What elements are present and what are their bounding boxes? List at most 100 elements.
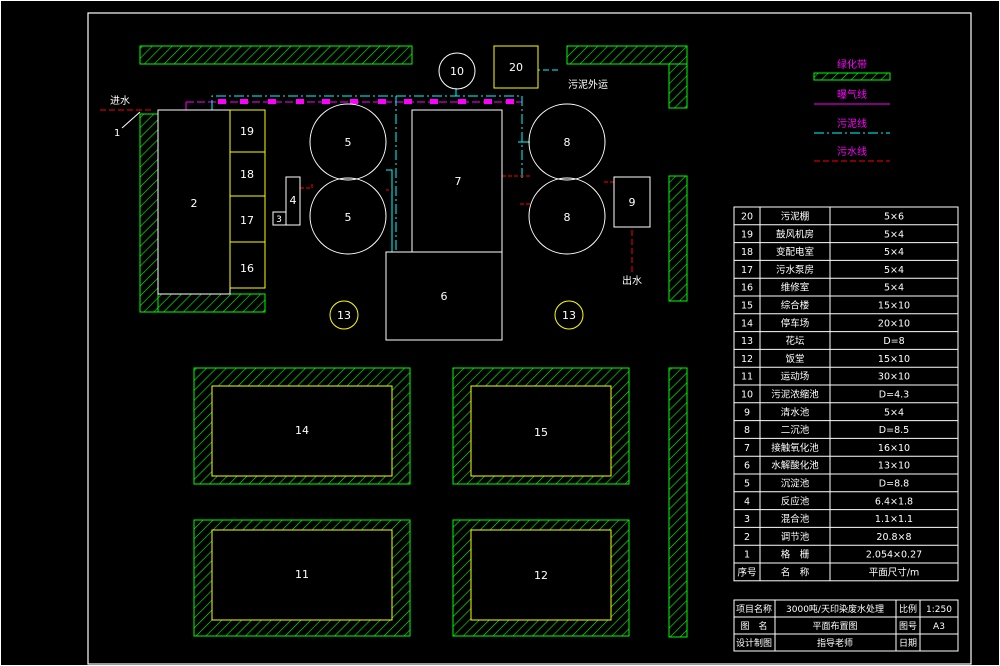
table-cell-no: 12 <box>741 354 753 365</box>
project-label: 项目名称 <box>736 603 772 615</box>
table-cell-size: 20.8×8 <box>876 532 911 543</box>
table-cell-size: 30×10 <box>878 372 910 383</box>
table-cell-size: 5×6 <box>884 211 904 222</box>
label-5b: 5 <box>345 211 352 224</box>
table-cell-size: D=8 <box>883 336 904 347</box>
table-cell-size: 5×4 <box>884 265 904 276</box>
label-17: 17 <box>240 214 254 227</box>
inlet-label: 进水 <box>110 95 130 107</box>
table-cell-name: 饭堂 <box>785 353 804 365</box>
drawing-label: 图 名 <box>740 620 767 632</box>
legend-green-label: 绿化带 <box>837 58 867 71</box>
table-cell-name: 二沉池 <box>781 424 810 436</box>
table-cell-name: 运动场 <box>781 372 810 383</box>
label-8a: 8 <box>564 136 571 149</box>
label-10: 10 <box>450 65 464 78</box>
table-cell-size: 15×10 <box>878 354 910 365</box>
table-cell-size: D=4.3 <box>879 389 909 400</box>
table-cell-no: 11 <box>741 372 753 383</box>
table-cell-no: 2 <box>744 532 750 543</box>
label-16: 16 <box>240 262 254 275</box>
table-cell-name: 污水泵房 <box>776 264 814 276</box>
label-14: 14 <box>295 424 309 437</box>
label-6: 6 <box>441 290 448 303</box>
table-cell-no: 15 <box>741 300 753 311</box>
table-cell-no: 9 <box>744 407 750 418</box>
table-cell-no: 6 <box>744 461 750 472</box>
table-cell-name: 清水池 <box>781 406 810 418</box>
label-8b: 8 <box>564 211 571 224</box>
table-cell-size: 16×10 <box>878 443 910 454</box>
table-cell-size: 5×4 <box>884 283 904 294</box>
table-cell-name: 接触氧化池 <box>771 442 819 454</box>
table-cell-no: 18 <box>741 247 753 258</box>
label-18: 18 <box>240 168 254 181</box>
table-cell-size: 20×10 <box>878 318 910 329</box>
sludge-line-out <box>537 66 560 71</box>
green-belt-top-right <box>566 45 688 65</box>
table-cell-no: 7 <box>744 443 750 454</box>
table-cell-name: 综合楼 <box>781 299 810 311</box>
pipelines <box>100 66 633 272</box>
scale-label: 比例 <box>899 603 917 615</box>
table-cell-no: 16 <box>741 283 753 294</box>
table-cell-size: 13×10 <box>878 461 910 472</box>
table-cell-name: 污泥浓缩池 <box>771 388 819 400</box>
legend-sludge-label: 污泥线 <box>837 117 867 130</box>
table-cell-no: 1 <box>744 550 750 561</box>
label-7: 7 <box>455 175 462 188</box>
label-2: 2 <box>191 197 198 210</box>
outlet-label: 出水 <box>622 274 642 287</box>
table-cell-name: 污泥棚 <box>781 210 810 222</box>
sheet-value: A3 <box>933 622 945 632</box>
green-belt-right-lower <box>668 367 688 638</box>
table-header-no: 序号 <box>737 566 756 578</box>
table-cell-name: 鼓风机房 <box>776 228 814 240</box>
sludge-line-main <box>211 95 523 178</box>
table-cell-no: 13 <box>741 336 753 347</box>
legend-sewage-label: 污水线 <box>837 145 867 158</box>
sludge-line-5 <box>386 169 393 252</box>
table-cell-name: 花坛 <box>785 335 805 347</box>
table-cell-size: D=8.5 <box>879 425 909 436</box>
legend: 绿化带 曝气线 污泥线 污水线 <box>813 58 891 162</box>
advisor-label: 指导老师 <box>817 637 853 649</box>
table-cell-name: 调节池 <box>781 531 810 543</box>
title-block: 项目名称 3000吨/天印染废水处理 比例 1:250 图 名 平面布置图 图号… <box>733 599 959 652</box>
table-cell-name: 水解酸化池 <box>771 460 819 472</box>
label-4: 4 <box>290 194 297 207</box>
designer-label: 设计制图 <box>736 637 772 649</box>
date-label: 日期 <box>899 638 917 649</box>
green-belt-left <box>139 113 159 313</box>
green-belt-top-right-drop <box>668 63 688 109</box>
green-belt-left-bottom <box>157 293 266 313</box>
table-cell-no: 3 <box>744 514 750 525</box>
table-cell-no: 17 <box>741 265 753 276</box>
green-belt-top <box>139 45 413 65</box>
table-cell-name: 混合池 <box>781 513 810 525</box>
table-header-size: 平面尺寸/m <box>869 566 919 578</box>
table-cell-size: 15×10 <box>878 300 910 311</box>
buildings <box>211 385 612 621</box>
table-cell-size: 5×4 <box>884 229 904 240</box>
scale-value: 1:250 <box>926 605 952 615</box>
table-cell-no: 10 <box>741 389 753 400</box>
label-5a: 5 <box>345 136 352 149</box>
table-cell-name: 变配电室 <box>776 246 814 258</box>
inlet-leader <box>121 111 141 129</box>
legend-gas-label: 曝气线 <box>837 88 867 101</box>
label-12: 12 <box>534 569 548 582</box>
label-15: 15 <box>534 426 548 439</box>
green-belt-right <box>668 175 688 302</box>
site-plan-drawing: 2 3 4 5 5 6 7 8 8 9 10 11 12 13 13 14 15… <box>0 0 1000 666</box>
drawing-value: 平面布置图 <box>812 620 857 632</box>
label-11: 11 <box>295 568 309 581</box>
sewage-4-5 <box>300 184 313 189</box>
table-cell-size: 5×4 <box>884 247 904 258</box>
component-table: 20 污泥棚 5×619 鼓风机房 5×418 变配电室 5×417 污水泵房 5×416 维修室… <box>733 206 959 582</box>
table-cell-name: 反应池 <box>781 495 810 507</box>
table-cell-no: 8 <box>744 425 750 436</box>
table-cell-no: 19 <box>741 229 753 240</box>
table-cell-name: 维修室 <box>781 282 810 294</box>
inlet-marker: 1 <box>114 128 120 139</box>
